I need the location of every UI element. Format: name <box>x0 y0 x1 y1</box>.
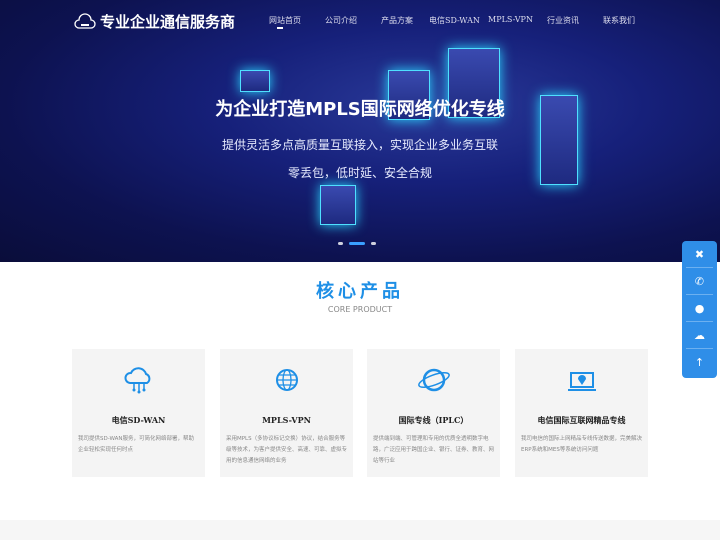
slide-dot-active[interactable] <box>349 242 365 245</box>
close-icon[interactable]: ✖ <box>686 241 713 268</box>
floating-sidebar: ✖ ✆ ● ☁ ↑ <box>682 241 717 378</box>
slide-dot[interactable] <box>338 242 343 245</box>
product-card-iplc[interactable]: 国际专线（IPLC） 提供端到端、可管理和专用的优质全透明数字电路，广泛应用于跨… <box>367 349 500 477</box>
card-desc: 我司提供SD-WAN服务，可简化网络部署，帮助企业轻松实现任何时点 <box>78 436 195 453</box>
product-card-sdwan[interactable]: 电信SD-WAN 我司提供SD-WAN服务，可简化网络部署，帮助企业轻松实现任何… <box>72 349 205 477</box>
globe-icon <box>275 369 298 391</box>
banner-line1: 提供灵活多点高质量互联接入，实现企业多业务互联 <box>221 138 498 152</box>
card-desc: 提供端到端、可管理和专用的优质全透明数字电路，广泛应用于跨国企业、银行、证券、教… <box>373 436 495 464</box>
cloud-wifi-icon <box>74 12 96 29</box>
wechat-icon[interactable]: ☁ <box>686 322 713 349</box>
cloud-network-icon <box>123 367 150 394</box>
card-title: 电信国际互联网精品专线 <box>537 415 626 425</box>
nav-label: 网站首页 <box>269 16 301 25</box>
product-card-mpls[interactable]: MPLS-VPN 采用MPLS（多协议标记交换）协议，结合服务等级等技术，为客户… <box>220 349 353 477</box>
product-card-internet[interactable]: 电信国际互联网精品专线 我司电信的国际上网精品专线传送数据，完美解决ERP系统和… <box>515 349 648 477</box>
nav-sdwan[interactable]: 电信SD-WAN <box>429 15 488 26</box>
nav-contact[interactable]: 联系我们 <box>603 15 653 26</box>
card-desc: 采用MPLS（多协议标记交换）协议，结合服务等级等技术，为客户提供安全、高速、可… <box>226 436 348 464</box>
logo[interactable]: 专业企业通信服务商 <box>74 11 235 32</box>
planet-icon <box>417 368 450 392</box>
section-title: 核心产品 <box>316 281 404 302</box>
next-section <box>0 520 720 540</box>
server-graphic <box>240 70 270 92</box>
card-title: 国际专线（IPLC） <box>398 415 469 425</box>
back-to-top-icon[interactable]: ↑ <box>686 349 713 376</box>
logo-text: 专业企业通信服务商 <box>100 13 236 31</box>
nav-solutions[interactable]: 产品方案 <box>381 15 429 26</box>
banner-line2: 零丢包，低时延、安全合规 <box>287 166 432 180</box>
card-desc: 我司电信的国际上网精品专线传送数据，完美解决ERP系统和MES等系统访问问题 <box>521 436 643 453</box>
phone-icon[interactable]: ✆ <box>686 268 713 295</box>
hero-banner: 专业企业通信服务商 网站首页 公司介绍 产品方案 电信SD-WAN MPLS-V… <box>0 0 720 262</box>
card-title: MPLS-VPN <box>262 415 311 425</box>
nav-home[interactable]: 网站首页 <box>269 15 325 29</box>
slider-dots <box>338 242 376 245</box>
banner-title: 为企业打造MPLS国际网络优化专线 <box>215 99 505 120</box>
nav-about[interactable]: 公司介绍 <box>325 15 381 26</box>
main-nav: 网站首页 公司介绍 产品方案 电信SD-WAN MPLS-VPN 行业资讯 联系… <box>262 15 653 29</box>
section-subtitle: CORE PRODUCT <box>327 305 393 314</box>
active-indicator <box>277 27 283 29</box>
nav-mpls[interactable]: MPLS-VPN <box>488 15 547 26</box>
nav-news[interactable]: 行业资讯 <box>547 15 603 26</box>
server-graphic <box>320 185 356 225</box>
slide-dot[interactable] <box>371 242 376 245</box>
laptop-location-icon <box>567 372 596 391</box>
qq-icon[interactable]: ● <box>686 295 713 322</box>
card-title: 电信SD-WAN <box>111 415 166 425</box>
